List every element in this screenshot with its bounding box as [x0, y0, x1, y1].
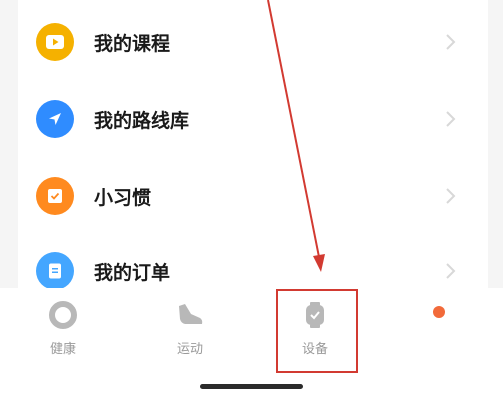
chevron-right-icon	[446, 34, 456, 50]
order-document-icon	[36, 252, 74, 290]
sneaker-icon	[179, 304, 203, 324]
navigation-arrow-icon	[36, 100, 74, 138]
chevron-right-icon	[446, 263, 456, 279]
menu-item-label: 小习惯	[94, 186, 152, 209]
home-indicator[interactable]	[200, 384, 303, 389]
tab-health[interactable]: 健康	[23, 300, 103, 360]
health-ring-icon	[49, 301, 77, 329]
menu-item-my-courses[interactable]: 我的课程	[18, 4, 488, 80]
menu-item-my-routes[interactable]: 我的路线库	[18, 81, 488, 157]
tab-label: 运动	[176, 342, 203, 357]
menu-item-label: 我的路线库	[94, 109, 190, 132]
annotation-highlight-box	[276, 289, 358, 373]
menu-item-label: 我的订单	[94, 261, 171, 284]
chevron-right-icon	[446, 111, 456, 127]
habit-check-icon	[36, 177, 74, 215]
tab-label: 健康	[49, 342, 76, 357]
chevron-right-icon	[446, 188, 456, 204]
menu-item-small-habits[interactable]: 小习惯	[18, 158, 488, 234]
menu-item-label: 我的课程	[94, 32, 171, 55]
tab-exercise[interactable]: 运动	[150, 300, 230, 360]
profile-dot-icon[interactable]	[433, 306, 445, 318]
play-icon	[36, 23, 74, 61]
